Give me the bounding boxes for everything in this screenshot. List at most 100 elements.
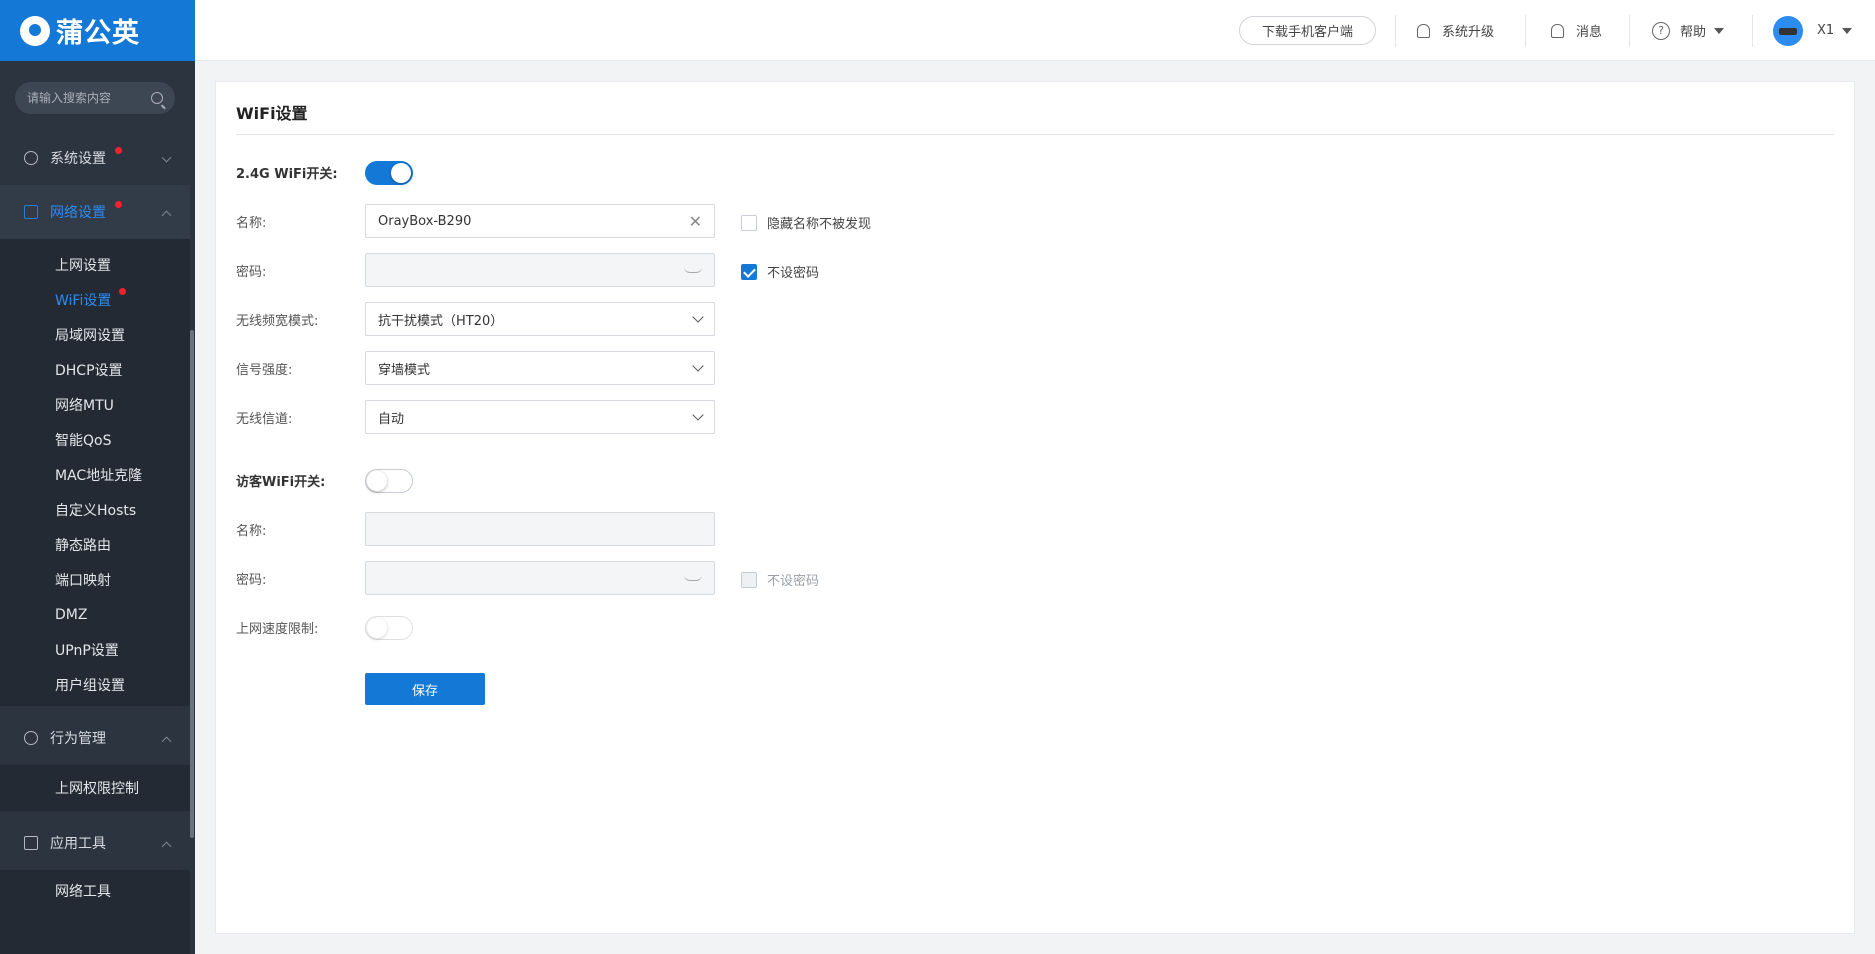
upgrade-icon: [1417, 23, 1430, 38]
wifi-settings-panel: WiFi设置 2.4G WiFi开关: 名称: OrayBox-B290 ✕ 隐…: [215, 81, 1855, 934]
checkbox-box: [741, 263, 757, 280]
menu-group-system-settings[interactable]: 系统设置: [0, 131, 190, 185]
menu-group-label: 应用工具: [50, 836, 106, 852]
sidebar-item-internet-settings[interactable]: 上网设置: [0, 247, 190, 282]
toolbox-icon: [24, 836, 38, 850]
messages-button[interactable]: 消息: [1551, 0, 1602, 61]
bandwidth-mode-label: 无线频宽模式:: [236, 314, 319, 329]
menu-group-label: 行为管理: [50, 731, 106, 747]
chevron-up-icon: [161, 210, 172, 221]
sidebar-item-dmz[interactable]: DMZ: [0, 597, 190, 632]
sidebar: 蒲公英 系统设置 网络设置 上网设置 WiFi设置 局域网设置 DHCP设置 网…: [0, 0, 195, 954]
sidebar-item-access-control[interactable]: 上网权限控制: [0, 770, 190, 805]
user-menu[interactable]: X1: [1773, 0, 1853, 61]
eye-closed-icon[interactable]: [684, 267, 702, 273]
sidebar-item-wifi-settings[interactable]: WiFi设置: [0, 282, 190, 317]
bell-icon: [1551, 23, 1564, 38]
behavior-submenu: 上网权限控制: [0, 765, 190, 811]
sidebar-item-custom-hosts[interactable]: 自定义Hosts: [0, 492, 190, 527]
guest-wifi-toggle[interactable]: [365, 469, 413, 493]
wireless-channel-select[interactable]: 自动: [365, 400, 715, 434]
save-button[interactable]: 保存: [365, 673, 485, 705]
sidebar-item-lan-settings[interactable]: 局域网设置: [0, 317, 190, 352]
checkbox-box: [741, 571, 757, 588]
menu-group-network-settings[interactable]: 网络设置: [0, 185, 190, 239]
wifi24-name-value: OrayBox-B290: [378, 213, 472, 229]
chevron-down-icon: [692, 409, 704, 421]
sidebar-item-mac-clone[interactable]: MAC地址克隆: [0, 457, 190, 492]
eye-closed-icon[interactable]: [684, 575, 702, 581]
wifi24-password-field[interactable]: [365, 253, 715, 287]
clear-icon[interactable]: ✕: [689, 212, 702, 231]
notification-dot: [115, 201, 122, 208]
sidebar-item-port-mapping[interactable]: 端口映射: [0, 562, 190, 597]
dandelion-logo-icon: [20, 15, 50, 46]
tools-submenu: 网络工具: [0, 870, 190, 954]
logo-text: 蒲公英: [56, 18, 140, 49]
signal-strength-label: 信号强度:: [236, 363, 293, 378]
title-divider: [236, 134, 1834, 135]
sidebar-item-upnp[interactable]: UPnP设置: [0, 632, 190, 667]
sidebar-item-dhcp-settings[interactable]: DHCP设置: [0, 352, 190, 387]
sidebar-scrollbar[interactable]: [190, 330, 194, 838]
hide-ssid-checkbox[interactable]: 隐藏名称不被发现: [741, 213, 871, 232]
help-icon: ?: [1652, 21, 1670, 40]
signal-strength-select[interactable]: 穿墙模式: [365, 351, 715, 385]
guest-name-field[interactable]: [365, 512, 715, 546]
header-divider: [1629, 15, 1630, 47]
caret-down-icon: [1842, 27, 1853, 34]
wifi24-password-label: 密码:: [236, 265, 267, 280]
chevron-up-icon: [161, 736, 172, 747]
chevron-down-icon: [692, 311, 704, 323]
gear-icon: [24, 151, 38, 165]
network-icon: [24, 205, 38, 219]
guest-password-field[interactable]: [365, 561, 715, 595]
chevron-down-icon: [161, 152, 172, 163]
menu-group-label: 网络设置: [50, 205, 106, 221]
guest-no-password-checkbox[interactable]: 不设密码: [741, 570, 819, 589]
wireless-channel-label: 无线信道:: [236, 412, 293, 427]
no-password-checkbox[interactable]: 不设密码: [741, 262, 819, 281]
help-menu[interactable]: ? 帮助: [1652, 0, 1725, 61]
wifi24-name-label: 名称:: [236, 216, 267, 231]
chevron-down-icon: [692, 360, 704, 372]
search-icon[interactable]: [151, 92, 163, 104]
guest-wifi-switch-label: 访客WiFi开关:: [236, 475, 326, 490]
toggle-knob: [367, 471, 387, 491]
menu-group-label: 系统设置: [50, 151, 106, 167]
network-submenu: 上网设置 WiFi设置 局域网设置 DHCP设置 网络MTU 智能QoS MAC…: [0, 239, 190, 706]
logo[interactable]: 蒲公英: [0, 0, 195, 61]
menu-group-behavior-management[interactable]: 行为管理: [0, 711, 190, 765]
caret-down-icon: [1714, 27, 1725, 34]
wifi24-switch-label: 2.4G WiFi开关:: [236, 167, 338, 182]
sidebar-search-input[interactable]: [27, 91, 147, 105]
avatar: [1773, 15, 1803, 46]
wifi24-name-field[interactable]: OrayBox-B290 ✕: [365, 204, 715, 238]
sidebar-item-smart-qos[interactable]: 智能QoS: [0, 422, 190, 457]
sidebar-item-network-tools[interactable]: 网络工具: [0, 873, 190, 908]
toggle-knob: [367, 618, 387, 638]
speed-limit-label: 上网速度限制:: [236, 622, 319, 637]
sidebar-item-static-route[interactable]: 静态路由: [0, 527, 190, 562]
download-app-button[interactable]: 下载手机客户端: [1239, 16, 1376, 45]
header-divider: [1395, 15, 1396, 47]
sidebar-item-user-groups[interactable]: 用户组设置: [0, 667, 190, 702]
header-divider: [1525, 15, 1526, 47]
chevron-up-icon: [161, 841, 172, 852]
page-title: WiFi设置: [236, 104, 308, 123]
wifi24-toggle[interactable]: [365, 161, 413, 185]
notification-dot: [119, 288, 126, 295]
notification-dot: [115, 147, 122, 154]
guest-password-label: 密码:: [236, 573, 267, 588]
speed-limit-toggle[interactable]: [365, 616, 413, 640]
bandwidth-mode-select[interactable]: 抗干扰模式（HT20）: [365, 302, 715, 336]
sidebar-search: [15, 82, 175, 114]
header-divider: [1752, 15, 1753, 47]
toggle-knob: [391, 163, 411, 183]
system-upgrade-button[interactable]: 系统升级: [1417, 0, 1494, 61]
menu-group-app-tools[interactable]: 应用工具: [0, 816, 190, 870]
behavior-icon: [24, 731, 38, 745]
checkbox-box: [741, 214, 757, 231]
sidebar-item-network-mtu[interactable]: 网络MTU: [0, 387, 190, 422]
top-header: 下载手机客户端 系统升级 消息 ? 帮助 X1: [195, 0, 1875, 61]
